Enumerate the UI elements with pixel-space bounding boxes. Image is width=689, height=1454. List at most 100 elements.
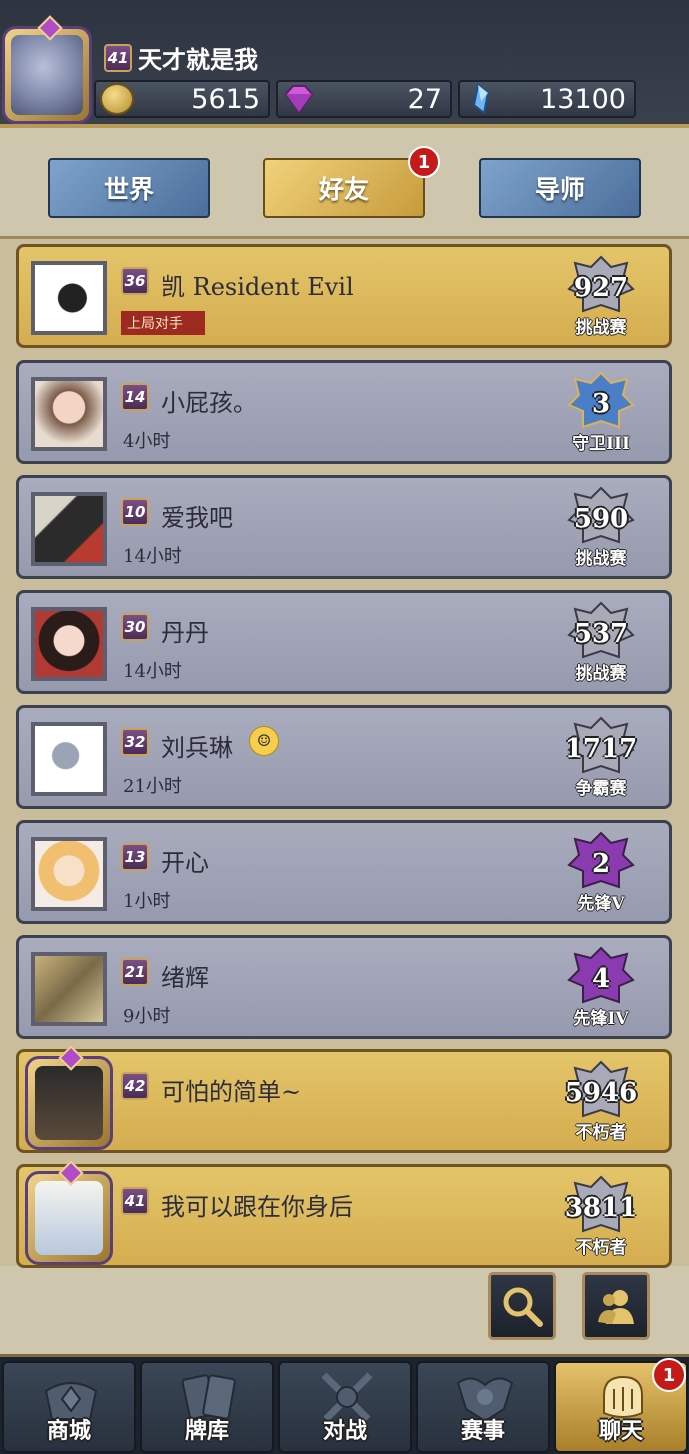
friend-avatar [31, 722, 107, 796]
friend-name: 可怕的简单~ [161, 1078, 302, 1106]
rank-emblem: 3 守卫III [559, 369, 643, 461]
crystal-icon [472, 83, 490, 115]
search-button[interactable] [488, 1272, 556, 1340]
friend-row[interactable]: 42 可怕的简单~ 5946 不朽者 [16, 1045, 672, 1153]
rank-label: 不朽者 [575, 1238, 627, 1258]
rank-label: 先锋IV [573, 1009, 629, 1029]
last-online-time: 9小时 [123, 1006, 171, 1027]
friend-avatar [31, 492, 107, 566]
gem-value: 27 [407, 83, 442, 115]
friend-avatar [31, 952, 107, 1026]
friend-avatar [31, 837, 107, 911]
gem-counter[interactable]: 27 [276, 80, 452, 118]
friend-level-badge: 36 [121, 267, 149, 295]
friend-name: 凯 Resident Evil [161, 273, 354, 301]
rank-label: 先锋V [577, 894, 625, 914]
chat-notification-badge: 1 [652, 1358, 686, 1392]
cat-avatar-image [11, 35, 83, 115]
crystal-value: 13100 [540, 83, 626, 115]
rank-label: 争霸赛 [575, 779, 627, 799]
rank-emblem: 3811 不朽者 [559, 1173, 643, 1265]
rank-label: 挑战赛 [575, 318, 627, 338]
smile-emoji-icon: ☺ [249, 726, 279, 756]
friend-avatar [35, 1066, 103, 1140]
nav-shop[interactable]: 商城 [2, 1361, 136, 1453]
friend-name: 绪辉 [161, 964, 209, 992]
rank-emblem: 2 先锋V [559, 829, 643, 921]
rank-value: 3 [591, 389, 611, 419]
rank-emblem: 537 挑战赛 [559, 599, 643, 691]
friend-level-badge: 21 [121, 958, 149, 986]
friend-name: 爱我吧 [161, 504, 233, 532]
bottom-navigation: 商城 牌库 对战 赛事 聊天 [0, 1354, 689, 1454]
friend-avatar [35, 1181, 103, 1255]
last-online-time: 14小时 [123, 546, 182, 567]
coin-value: 5615 [191, 83, 260, 115]
add-friend-button[interactable] [582, 1272, 650, 1340]
friend-level-badge: 30 [121, 613, 149, 641]
player-name: 天才就是我 [138, 45, 258, 74]
rank-value: 1717 [564, 734, 638, 764]
rank-value: 927 [573, 273, 629, 303]
friend-level-badge: 41 [121, 1187, 149, 1215]
rank-value: 590 [573, 504, 629, 534]
nav-shop-label: 商城 [46, 1418, 91, 1444]
tab-friends[interactable]: 好友 [263, 158, 425, 218]
friend-avatar [31, 607, 107, 681]
friend-row[interactable]: 10 爱我吧 14小时 590 挑战赛 [16, 475, 672, 579]
player-header: 41 天才就是我 5615 27 13100 [0, 0, 689, 128]
friend-row[interactable]: 36 凯 Resident Evil 上局对手 927 挑战赛 [16, 244, 672, 348]
friend-name: 我可以跟在你身后 [161, 1193, 353, 1221]
friend-level-badge: 13 [121, 843, 149, 871]
tab-mentor[interactable]: 导师 [479, 158, 641, 218]
last-online-time: 21小时 [123, 776, 182, 797]
rank-emblem: 927 挑战赛 [559, 253, 643, 345]
friend-row[interactable]: 32 刘兵琳 ☺ 21小时 1717 争霸赛 [16, 705, 672, 809]
rank-value: 2 [591, 849, 611, 879]
friend-name: 小屁孩。 [161, 389, 257, 417]
rank-value: 4 [591, 964, 611, 994]
coin-icon [100, 83, 134, 115]
last-online-time: 4小时 [123, 431, 171, 452]
friend-row[interactable]: 21 绪辉 9小时 4 先锋IV [16, 935, 672, 1039]
friend-row[interactable]: 30 丹丹 14小时 537 挑战赛 [16, 590, 672, 694]
rank-value: 5946 [564, 1078, 638, 1108]
friend-level-badge: 14 [121, 383, 149, 411]
crystal-counter[interactable]: 13100 [458, 80, 636, 118]
rank-label: 挑战赛 [575, 664, 627, 684]
rank-label: 守卫III [572, 434, 630, 454]
friend-avatar-frame [25, 1160, 113, 1265]
friend-name: 开心 [161, 849, 209, 877]
rank-emblem: 4 先锋IV [559, 944, 643, 1036]
friend-level-badge: 32 [121, 728, 149, 756]
friend-row[interactable]: 13 开心 1小时 2 先锋V [16, 820, 672, 924]
friends-icon [598, 1290, 634, 1324]
player-avatar[interactable] [2, 15, 92, 124]
last-online-time: 1小时 [123, 891, 171, 912]
nav-events[interactable]: 赛事 [416, 1361, 550, 1453]
rank-label: 挑战赛 [575, 549, 627, 569]
rank-value: 3811 [564, 1193, 638, 1223]
search-icon [503, 1287, 543, 1327]
rank-emblem: 590 挑战赛 [559, 484, 643, 576]
friend-name: 刘兵琳 [161, 734, 233, 762]
rank-emblem: 5946 不朽者 [559, 1058, 643, 1150]
coin-counter[interactable]: 5615 [94, 80, 270, 118]
rank-value: 537 [573, 619, 629, 649]
friend-name: 丹丹 [161, 619, 209, 647]
nav-battle-label: 对战 [322, 1418, 367, 1444]
nav-deck[interactable]: 牌库 [140, 1361, 274, 1453]
rank-emblem: 1717 争霸赛 [559, 714, 643, 806]
player-level-badge: 41 [104, 44, 132, 72]
friend-row[interactable]: 41 我可以跟在你身后 3811 不朽者 [16, 1160, 672, 1268]
nav-deck-label: 牌库 [184, 1418, 229, 1444]
nav-battle[interactable]: 对战 [278, 1361, 412, 1453]
last-online-time: 14小时 [123, 661, 182, 682]
friend-avatar [31, 261, 107, 335]
friend-avatar-frame [25, 1045, 113, 1150]
nav-events-label: 赛事 [460, 1418, 505, 1444]
nav-chat-label: 聊天 [598, 1418, 643, 1444]
tab-world[interactable]: 世界 [48, 158, 210, 218]
friends-notification-badge: 1 [408, 146, 440, 178]
friend-row[interactable]: 14 小屁孩。 4小时 3 守卫III [16, 360, 672, 464]
